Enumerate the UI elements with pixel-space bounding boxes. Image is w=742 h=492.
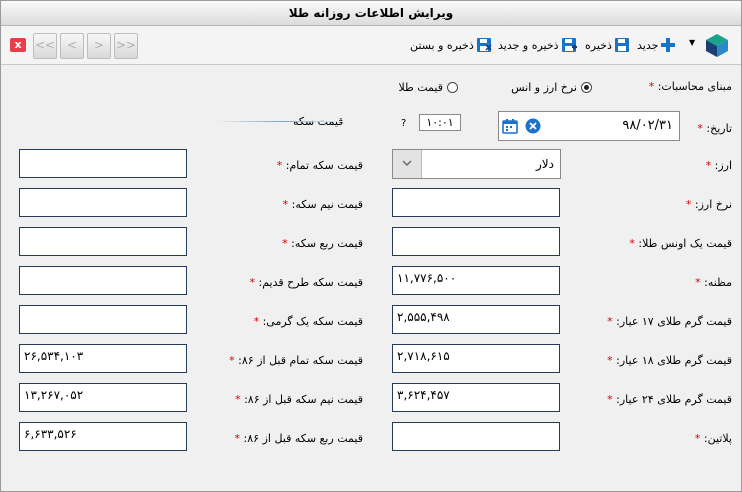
save-and-close-label: ذخیره و بستن [410,38,474,52]
radio-rate-ounce[interactable] [581,82,592,93]
half-coin-pre86-label: قیمت نیم سکه قبل از ۸۶: * [235,393,363,406]
radio-gold-price[interactable] [447,82,458,93]
save-and-new-label: ذخیره و جدید [498,38,559,52]
currency-select[interactable]: دلار [392,149,561,179]
quarter-coin-input[interactable] [19,227,187,256]
full-coin-pre86-input[interactable]: ۲۶,۵۳۴,۱۰۳ [19,344,187,373]
save-icon [614,38,629,52]
platinum-label: پلاتین: * [694,432,732,445]
title-bar: ویرایش اطلاعات روزانه طلا [1,1,741,26]
plus-icon [661,38,676,52]
gold-17k-label: قیمت گرم طلای ۱۷ عیار: * [607,315,732,328]
ounce-price-label: قیمت یک اونس طلا: * [629,237,732,250]
save-button[interactable]: ذخیره [585,36,630,54]
one-gram-coin-input[interactable] [19,305,187,334]
dropdown-arrow-icon[interactable]: ▼ [689,38,695,47]
exchange-rate-label: نرخ ارز: * [685,198,732,211]
chevron-down-icon[interactable] [393,150,422,178]
platinum-input[interactable] [392,422,560,451]
one-gram-coin-label: قیمت سکه یک گرمی: * [253,315,363,328]
save-and-new-button[interactable]: ذخیره و جدید [498,36,577,54]
gold-24k-input[interactable]: ۳,۶۲۴,۴۵۷ [392,383,560,412]
gold-18k-label: قیمت گرم طلای ۱۸ عیار: * [607,354,732,367]
exchange-rate-input[interactable] [392,188,560,217]
clear-icon[interactable] [525,118,541,134]
form-window: ویرایش اطلاعات روزانه طلا ▼ جدید ذخیره ذ… [0,0,742,492]
new-button[interactable]: جدید [637,36,676,54]
calendar-icon[interactable] [502,118,518,134]
quarter-coin-label: قیمت ربع سکه: * [282,237,363,250]
basis-label: مبنای محاسبات: * [648,80,732,93]
ounce-price-input[interactable] [392,227,560,256]
quarter-coin-pre86-label: قیمت ربع سکه قبل از ۸۶: * [234,432,363,445]
radio-rate-ounce-label[interactable]: نرخ ارز و انس [511,81,577,94]
app-logo-icon [706,34,728,57]
quarter-coin-pre86-input[interactable]: ۶,۶۳۳,۵۲۶ [19,422,187,451]
mazaneh-label: مظنه: * [695,276,732,289]
gold-18k-input[interactable]: ۲,۷۱۸,۶۱۵ [392,344,560,373]
date-field[interactable]: ۹۸/۰۲/۳۱ [498,111,680,141]
time-field[interactable]: ۱۰:۰۱ [419,114,461,131]
old-design-coin-label: قیمت سکه طرح قدیم: * [249,276,363,289]
new-button-label: جدید [637,38,659,52]
full-coin-input[interactable] [19,149,187,178]
nav-prev-button[interactable]: < [60,33,84,59]
save-new-icon [561,38,577,52]
radio-gold-price-label[interactable]: قیمت طلا [398,81,443,94]
half-coin-label: قیمت نیم سکه: * [282,198,363,211]
date-value: ۹۸/۰۲/۳۱ [622,118,673,133]
nav-first-button[interactable]: >> [114,33,138,59]
coin-header-divider [217,121,347,122]
gold-17k-input[interactable]: ۲,۵۵۵,۴۹۸ [392,305,560,334]
close-icon[interactable]: x [10,38,26,52]
currency-label: ارز: * [705,159,732,172]
time-help-icon[interactable]: ? [401,118,406,129]
window-title: ویرایش اطلاعات روزانه طلا [288,6,454,20]
gold-24k-label: قیمت گرم طلای ۲۴ عیار: * [607,393,732,406]
old-design-coin-input[interactable] [19,266,187,295]
full-coin-pre86-label: قیمت سکه تمام قبل از ۸۶: * [229,354,363,367]
toolbar: ▼ جدید ذخیره ذخیره و جدید ذخیره و بستن <… [1,26,741,65]
date-label: تاریخ: * [697,122,732,135]
half-coin-input[interactable] [19,188,187,217]
nav-next-button[interactable]: > [87,33,111,59]
currency-value: دلار [536,157,554,171]
nav-last-button[interactable]: << [33,33,57,59]
full-coin-label: قیمت سکه تمام: * [276,159,363,172]
half-coin-pre86-input[interactable]: ۱۳,۲۶۷,۰۵۲ [19,383,187,412]
save-and-close-button[interactable]: ذخیره و بستن [410,36,492,54]
save-button-label: ذخیره [585,38,612,52]
mazaneh-input[interactable]: ۱۱,۷۷۶,۵۰۰ [392,266,560,295]
save-close-icon [476,38,492,52]
